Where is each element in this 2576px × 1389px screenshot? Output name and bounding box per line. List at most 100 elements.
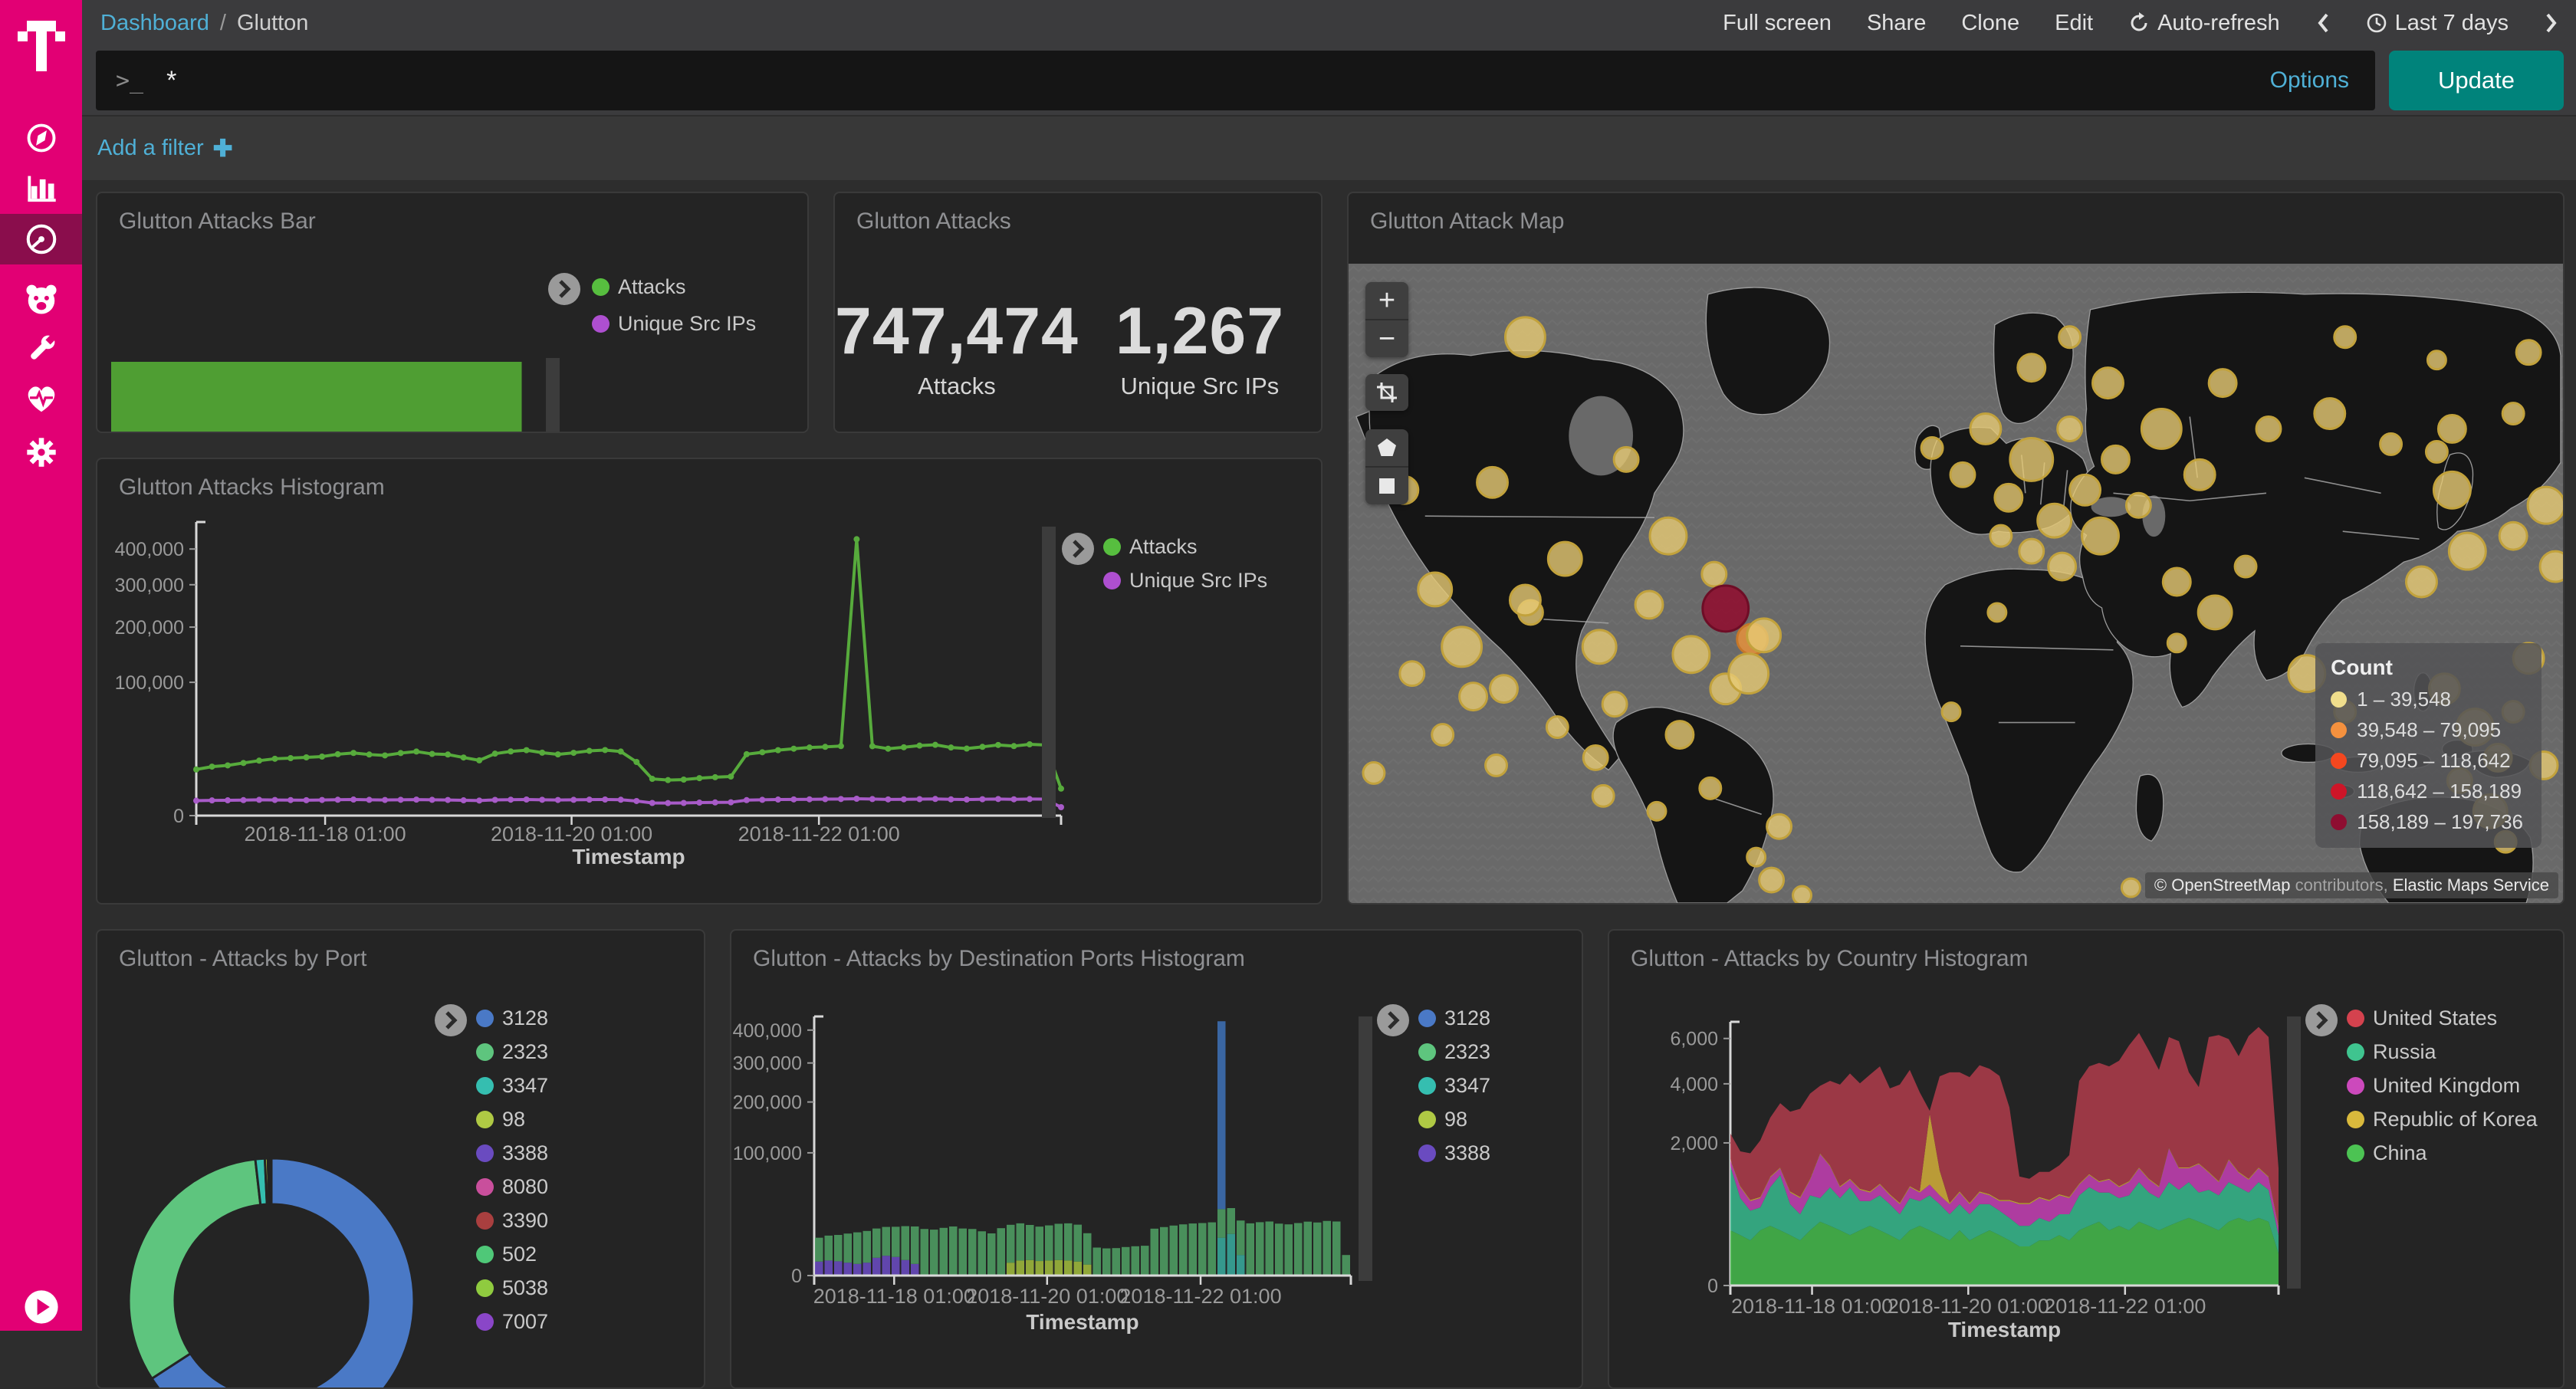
attack-location-circle[interactable] (2433, 471, 2470, 508)
legend-item[interactable]: China (2347, 1141, 2538, 1165)
legend-item[interactable]: 2323 (476, 1040, 548, 1064)
attack-location-circle[interactable] (2427, 351, 2446, 369)
attack-location-circle[interactable] (1477, 467, 1508, 497)
update-button[interactable]: Update (2389, 51, 2564, 110)
attack-location-circle[interactable] (1702, 562, 1727, 586)
attack-location-circle[interactable] (2334, 327, 2356, 348)
legend-item[interactable]: 502 (476, 1243, 548, 1266)
attack-location-circle[interactable] (1583, 745, 1608, 770)
attack-location-circle[interactable] (1942, 703, 1960, 721)
attack-location-circle[interactable] (1546, 717, 1568, 738)
legend-item[interactable]: United Kingdom (2347, 1074, 2538, 1098)
legend-item[interactable]: 3347 (476, 1074, 548, 1098)
attack-location-circle[interactable] (2058, 417, 2082, 442)
world-map[interactable]: + − Count 1 – 39,54839,548 – 79,09579,09… (1349, 264, 2563, 903)
attack-location-circle[interactable] (2502, 403, 2524, 425)
attack-location-circle[interactable] (2380, 433, 2402, 455)
attack-location-circle[interactable] (2019, 539, 2044, 563)
attack-location-circle[interactable] (2093, 368, 2124, 399)
sidebar-item-visualize[interactable] (0, 163, 82, 213)
legend-item[interactable]: 3128 (476, 1006, 548, 1030)
sidebar-item-management[interactable] (0, 427, 82, 478)
attack-location-circle[interactable] (1505, 317, 1545, 357)
sidebar-item-honeypot[interactable] (0, 274, 82, 324)
attack-location-circle[interactable] (1460, 683, 1487, 711)
attack-location-circle[interactable] (1747, 619, 1781, 652)
legend-item[interactable]: Republic of Korea (2347, 1108, 2538, 1131)
draw-rectangle-button[interactable] (1365, 466, 1408, 504)
attack-location-circle[interactable] (1363, 762, 1385, 783)
legend-item[interactable]: United States (2347, 1006, 2538, 1030)
attack-location-circle[interactable] (2528, 487, 2563, 524)
attack-location-circle[interactable] (2141, 409, 2181, 449)
legend-expand-button[interactable] (1062, 533, 1094, 565)
attack-location-circle[interactable] (2438, 415, 2466, 443)
attack-location-circle[interactable] (1666, 721, 1694, 749)
legend-item[interactable]: 8080 (476, 1175, 548, 1199)
attribution-text[interactable]: © OpenStreetMap (2154, 875, 2291, 895)
legend-item[interactable]: 3388 (1418, 1141, 1490, 1165)
attack-location-circle[interactable] (1995, 484, 2022, 511)
attack-location-circle[interactable] (1760, 868, 1784, 892)
legend-item[interactable]: 7007 (476, 1310, 548, 1334)
attack-location-circle[interactable] (1510, 585, 1540, 616)
attack-location-circle[interactable] (1614, 447, 1638, 471)
attack-location-circle[interactable] (2163, 568, 2190, 596)
sidebar-item-monitoring[interactable] (0, 373, 82, 424)
sidebar-item-dashboard[interactable] (0, 214, 82, 264)
attack-location-circle[interactable] (1970, 414, 2001, 445)
zoom-in-button[interactable]: + (1365, 282, 1408, 319)
legend-item[interactable]: 3128 (1418, 1006, 1490, 1030)
legend-item[interactable]: 3347 (1418, 1074, 1490, 1098)
legend-item[interactable]: Unique Src IPs (592, 312, 756, 336)
legend-item[interactable]: 98 (1418, 1108, 1490, 1131)
add-filter-button[interactable]: Add a filter ✚ (97, 135, 233, 163)
legend-item[interactable]: 98 (476, 1108, 548, 1131)
legend-item[interactable]: 5038 (476, 1276, 548, 1300)
attack-location-circle[interactable] (1673, 636, 1710, 673)
attacks-histogram-chart[interactable]: 0100,000200,000300,000400,0002018-11-18 … (97, 459, 1321, 903)
legend-item[interactable]: Russia (2347, 1040, 2538, 1064)
legend-item[interactable]: Unique Src IPs (1103, 569, 1267, 593)
attack-location-circle[interactable] (1767, 814, 1792, 839)
attack-location-circle[interactable] (1432, 724, 1454, 746)
attack-location-circle[interactable] (2059, 327, 2081, 348)
attack-location-circle[interactable] (2126, 493, 2150, 517)
attack-location-circle[interactable] (2449, 533, 2486, 570)
query-options-link[interactable]: Options (2270, 67, 2355, 94)
attack-location-circle[interactable] (1592, 785, 1614, 806)
full-screen-button[interactable]: Full screen (1723, 11, 1832, 36)
attack-location-circle[interactable] (2407, 566, 2437, 597)
attack-location-circle[interactable] (1990, 525, 2012, 547)
attack-location-circle[interactable] (2010, 438, 2053, 481)
attack-location-circle[interactable] (1648, 802, 1666, 820)
attack-location-circle[interactable] (1793, 886, 1812, 903)
attacks-by-port-donut[interactable] (97, 931, 704, 1387)
legend-item[interactable]: 2323 (1418, 1040, 1490, 1064)
attack-location-circle[interactable] (2070, 474, 2101, 505)
attack-location-circle[interactable] (2315, 399, 2345, 429)
attack-location-circle[interactable] (2499, 522, 2527, 550)
search-input[interactable]: >_ * Options (96, 51, 2375, 110)
attack-location-circle[interactable] (2235, 556, 2256, 577)
sidebar-collapse-button[interactable] (0, 1282, 82, 1332)
fit-bounds-button[interactable] (1365, 374, 1408, 411)
attack-location-circle[interactable] (2038, 504, 2072, 537)
attack-location-circle[interactable] (2121, 878, 2140, 897)
attack-location-circle[interactable] (1490, 675, 1518, 703)
attack-location-circle[interactable] (1418, 573, 1452, 606)
attack-location-circle[interactable] (2082, 517, 2119, 554)
auto-refresh-button[interactable]: Auto-refresh (2128, 11, 2280, 36)
attack-location-circle[interactable] (1442, 627, 1482, 667)
clone-button[interactable]: Clone (1961, 11, 2019, 36)
attack-location-circle[interactable] (2198, 596, 2232, 629)
attack-location-circle[interactable] (1582, 630, 1616, 664)
zoom-out-button[interactable]: − (1365, 319, 1408, 357)
attack-location-circle[interactable] (2018, 354, 2045, 382)
legend-item[interactable]: 3390 (476, 1209, 548, 1233)
attack-location-circle[interactable] (1650, 517, 1687, 554)
share-button[interactable]: Share (1867, 11, 1926, 36)
attack-location-circle[interactable] (2540, 551, 2563, 582)
attack-location-circle[interactable] (1700, 777, 1721, 799)
legend-expand-button[interactable] (435, 1004, 467, 1036)
